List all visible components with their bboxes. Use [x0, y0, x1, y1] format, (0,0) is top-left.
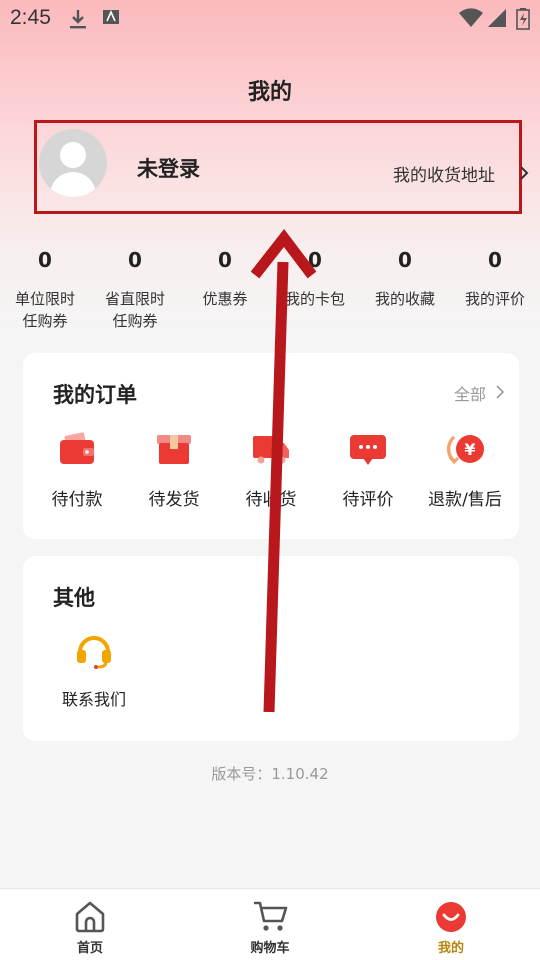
order-item-label: 待评价: [342, 490, 394, 510]
status-time: 2:45: [10, 6, 51, 29]
tab-profile[interactable]: 我的: [406, 897, 496, 956]
stat-label-line2: 任购券: [22, 312, 68, 330]
stat-value: 0: [308, 248, 322, 272]
svg-text:¥: ¥: [464, 440, 475, 459]
stat-label-line2: 任购券: [112, 312, 158, 330]
login-status[interactable]: 未登录: [137, 153, 200, 183]
stat-value: 0: [398, 248, 412, 272]
order-item-label: 待收货: [245, 490, 297, 510]
others-card: 其他 联系我们: [23, 556, 519, 741]
page-title: 我的: [247, 80, 292, 105]
tab-label: 我的: [437, 941, 464, 956]
order-refund-aftersale[interactable]: ¥ 退款/售后: [417, 429, 513, 510]
order-pending-review[interactable]: 待评价: [320, 429, 416, 510]
truck-icon: [251, 429, 291, 469]
version-text: 版本号：1.10.42: [211, 765, 329, 783]
stat-label: 单位限时: [14, 290, 75, 308]
tab-label: 购物车: [250, 941, 290, 956]
tab-cart[interactable]: 购物车: [225, 897, 315, 956]
cart-icon: [251, 897, 289, 935]
wifi-icon: [458, 8, 484, 32]
keyboard-app-icon: [102, 8, 120, 30]
refund-icon: ¥: [445, 429, 485, 469]
order-pending-shipment[interactable]: 待发货: [126, 429, 222, 510]
stat-unit-coupon[interactable]: 0 单位限时任购券: [0, 248, 90, 332]
stat-label: 优惠券: [202, 290, 248, 308]
tab-label: 首页: [76, 941, 103, 956]
stat-value: 0: [38, 248, 52, 272]
stat-value: 0: [128, 248, 142, 272]
chat-icon: [348, 429, 388, 469]
shipping-address-link[interactable]: 我的收货地址: [393, 161, 495, 186]
signal-icon: [487, 8, 507, 32]
stat-province-coupon[interactable]: 0 省直限时任购券: [90, 248, 180, 332]
stat-label: 我的评价: [464, 290, 525, 308]
order-item-label: 退款/售后: [428, 490, 502, 510]
stat-reviews[interactable]: 0 我的评价: [450, 248, 540, 310]
battery-icon: [516, 8, 530, 34]
stat-value: 0: [218, 248, 232, 272]
stat-value: 0: [488, 248, 502, 272]
stat-label: 我的收藏: [374, 290, 435, 308]
contact-us-button[interactable]: 联系我们: [49, 630, 139, 710]
order-item-label: 待发货: [148, 490, 200, 510]
stat-label: 省直限时: [104, 290, 165, 308]
all-orders-link[interactable]: 全部: [454, 381, 486, 405]
tab-home[interactable]: 首页: [45, 897, 135, 956]
stat-favorites[interactable]: 0 我的收藏: [360, 248, 450, 310]
orders-title: 我的订单: [53, 383, 137, 407]
status-bar: 2:45: [0, 0, 540, 38]
download-icon: [68, 8, 88, 34]
bottom-tab-bar: 首页 购物车 我的: [0, 888, 540, 960]
stat-card-wallet[interactable]: 0 我的卡包: [270, 248, 360, 310]
orders-card: 我的订单 全部 待付款 待发货 待收货 待评价 ¥ 退款/售后: [23, 353, 519, 539]
stat-label: 我的卡包: [284, 290, 345, 308]
headset-icon: [74, 630, 114, 670]
order-pending-payment[interactable]: 待付款: [29, 429, 125, 510]
order-item-label: 待付款: [51, 490, 103, 510]
wallet-icon: [57, 429, 97, 469]
profile-section[interactable]: 未登录 我的收货地址: [34, 120, 529, 214]
box-icon: [154, 429, 194, 469]
order-pending-receipt[interactable]: 待收货: [223, 429, 319, 510]
contact-us-label: 联系我们: [61, 690, 126, 709]
home-icon: [71, 897, 109, 935]
avatar[interactable]: [39, 129, 107, 197]
others-title: 其他: [53, 586, 95, 610]
chevron-right-icon: [519, 165, 529, 185]
profile-icon: [432, 897, 470, 935]
chevron-right-icon[interactable]: [496, 384, 505, 403]
stat-discount-coupon[interactable]: 0 优惠券: [180, 248, 270, 310]
